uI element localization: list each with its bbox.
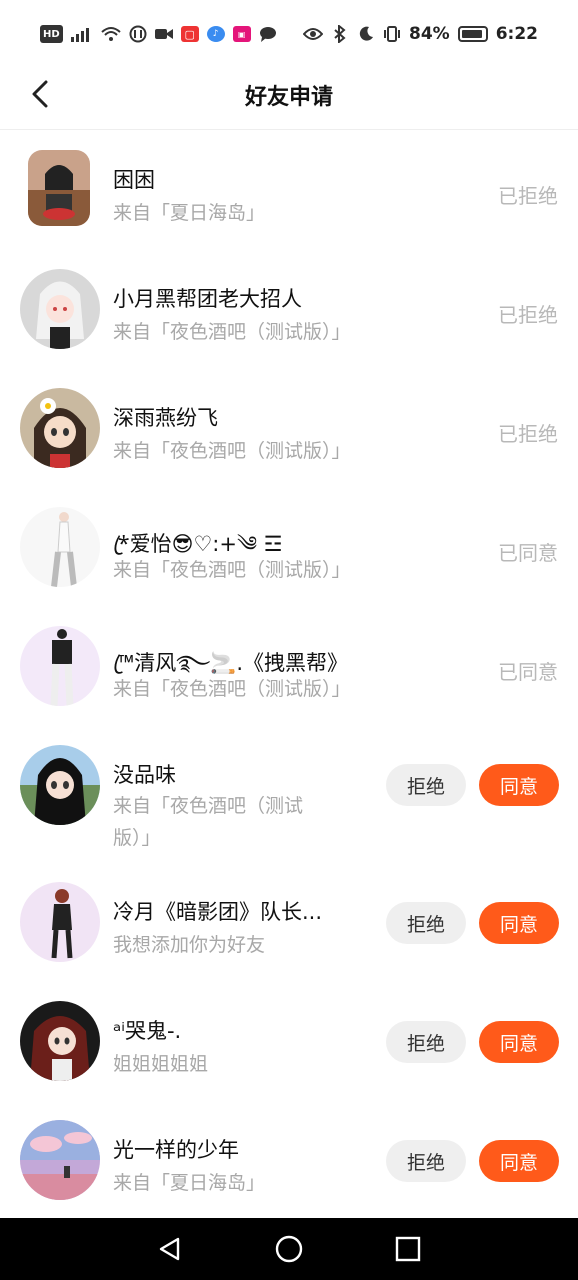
request-source: 来自「夜色酒吧（测试版）」 [113,440,351,462]
hd-icon: HD [40,25,63,43]
header: 好友申请 [0,60,578,130]
accept-button[interactable]: 同意 [479,902,559,944]
battery-icon [457,26,488,42]
request-source: 我想添加你为好友 [113,934,266,956]
bluetooth-icon [331,25,349,43]
avatar[interactable] [20,882,100,962]
nav-recents-button[interactable] [388,1229,428,1269]
request-source-continued: 版）」 [113,827,161,849]
list-item[interactable]: 小月黑帮团老大招人 来自「夜色酒吧（测试版）」 已拒绝 [0,249,578,368]
wifi-icon [101,25,121,43]
avatar[interactable] [20,507,100,587]
status-bar-left: HD ▢ ♪ ▣ [40,25,277,43]
vibrate-icon [383,25,401,43]
triangle-back-icon [159,1237,179,1261]
list-item[interactable]: *ꦿ爱怡😎♡:+༄ ☲ 来自「夜色酒吧（测试版）」 已同意 [0,487,578,606]
request-source: 姐姐姐姐姐 [113,1053,209,1075]
avatar-image [20,745,100,825]
accept-button[interactable]: 同意 [479,1140,559,1182]
nav-back-button[interactable] [150,1229,190,1269]
avatar-image [20,269,100,349]
list-item[interactable]: 困困 来自「夏日海岛」 已拒绝 [0,130,578,249]
reject-button[interactable]: 拒绝 [386,1140,466,1182]
avatar-image [28,150,90,226]
battery-percent: 84% [409,24,450,44]
status-label: 已同意 [498,660,558,684]
music-icon: ♪ [206,26,225,42]
request-source: 来自「夜色酒吧（测试 [113,795,304,817]
avatar[interactable] [20,269,100,349]
data-icon [129,25,147,43]
avatar[interactable] [28,150,90,226]
request-source: 来自「夜色酒吧（测试版）」 [113,321,351,343]
status-bar: HD ▢ ♪ ▣ 84% 6:22 [0,0,578,68]
avatar[interactable] [20,388,100,468]
requester-name: 困困 [113,168,155,192]
status-label: 已拒绝 [498,184,558,208]
accept-button[interactable]: 同意 [479,764,559,806]
avatar-image [20,388,100,468]
video-icon [154,25,173,43]
accept-button[interactable]: 同意 [479,1021,559,1063]
request-source: 来自「夏日海岛」 [113,202,266,224]
circle-home-icon [275,1235,303,1263]
page-title: 好友申请 [244,84,333,110]
requester-name: 冷月《暗影团》队长... [113,900,323,924]
avatar[interactable] [20,626,100,706]
avatar-image [20,626,100,706]
clock: 6:22 [495,24,538,44]
list-item[interactable]: 深雨燕纷飞 来自「夜色酒吧（测试版）」 已拒绝 [0,368,578,487]
avatar-image [20,882,100,962]
requester-name: 深雨燕纷飞 [113,406,218,430]
list-item[interactable]: ™ꦿ清风࿐🚬.《拽黑帮》 来自「夜色酒吧（测试版）」 已同意 [0,606,578,725]
chat-icon [259,25,277,43]
moon-icon [357,25,375,43]
reject-button[interactable]: 拒绝 [386,764,466,806]
avatar-image [20,1120,100,1200]
requester-name: 光一样的少年 [113,1138,239,1162]
requester-name: ᵃⁱ哭鬼-. [113,1019,182,1043]
avatar[interactable] [20,1120,100,1200]
avatar[interactable] [20,745,100,825]
requester-name: 小月黑帮团老大招人 [113,287,302,311]
request-source: 来自「夜色酒吧（测试版）」 [113,678,351,700]
eye-icon [303,25,323,43]
avatar-image [20,1001,100,1081]
reject-button[interactable]: 拒绝 [386,1021,466,1063]
status-bar-right: 84% 6:22 [303,24,538,44]
status-label: 已拒绝 [498,422,558,446]
list-item[interactable]: 冷月《暗影团》队长... 我想添加你为好友 拒绝 同意 [0,868,578,987]
list-item[interactable]: ᵃⁱ哭鬼-. 姐姐姐姐姐 拒绝 同意 [0,987,578,1106]
status-label: 已同意 [498,541,558,565]
nav-home-button[interactable] [269,1229,309,1269]
square-recents-icon [396,1236,421,1262]
back-button[interactable] [22,76,58,112]
app-red-icon: ▢ [180,26,199,42]
avatar[interactable] [20,1001,100,1081]
friend-request-list: 困困 来自「夏日海岛」 已拒绝 小月黑帮团老大招人 来自「夜色酒吧（测试版）」 … [0,130,578,1225]
avatar-image [20,507,100,587]
reject-button[interactable]: 拒绝 [386,902,466,944]
request-source: 来自「夜色酒吧（测试版）」 [113,559,351,581]
chevron-left-icon [32,80,48,108]
signal-icon [70,25,93,43]
app-pink-icon: ▣ [232,26,251,42]
list-item[interactable]: 没品味 来自「夜色酒吧（测试 版）」 拒绝 同意 [0,725,578,868]
requester-name: 没品味 [113,763,176,787]
list-item[interactable]: 光一样的少年 来自「夏日海岛」 拒绝 同意 [0,1106,578,1225]
request-source: 来自「夏日海岛」 [113,1172,266,1194]
status-label: 已拒绝 [498,303,558,327]
system-navigation-bar [0,1218,578,1280]
